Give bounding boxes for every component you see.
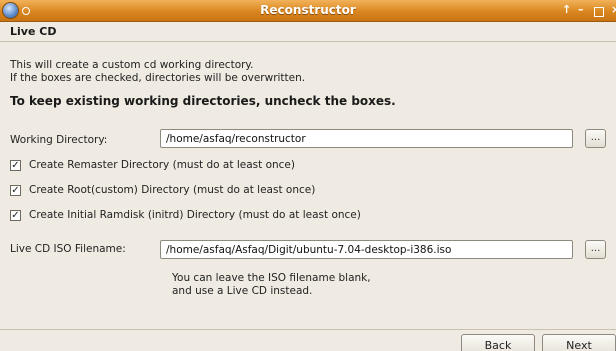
working-directory-input[interactable]: /home/asfaq/reconstructor [160, 129, 573, 148]
description-line-1: This will create a custom cd working dir… [10, 59, 254, 71]
description-line-2: If the boxes are checked, directories wi… [10, 72, 306, 84]
window-title: Reconstructor [260, 3, 356, 17]
initrd-directory-label[interactable]: Create Initial Ramdisk (initrd) Director… [29, 209, 361, 221]
roll-up-icon[interactable]: ↑ [562, 3, 571, 17]
iso-filename-browse-button[interactable]: ... [585, 240, 606, 259]
title-bar[interactable]: Reconstructor ↑ – × [0, 0, 616, 22]
next-button[interactable]: Next [542, 334, 616, 351]
iso-hint-line-2: and use a Live CD instead. [172, 285, 313, 297]
root-directory-checkbox[interactable]: ✓ [10, 185, 21, 196]
reconstructor-window: Reconstructor ↑ – × Live CD This will cr… [0, 0, 616, 351]
iso-filename-label: Live CD ISO Filename: [10, 243, 126, 255]
working-directory-label: Working Directory: [10, 134, 108, 146]
header-divider [0, 41, 616, 42]
iso-hint-line-1: You can leave the ISO filename blank, [172, 272, 371, 284]
working-directory-browse-button[interactable]: ... [585, 129, 606, 148]
page-title: Live CD [10, 25, 57, 38]
warning-text: To keep existing working directories, un… [10, 94, 396, 108]
iso-filename-input[interactable]: /home/asfaq/Asfaq/Digit/ubuntu-7.04-desk… [160, 240, 573, 259]
back-button[interactable]: Back [461, 334, 535, 351]
close-icon[interactable]: × [611, 3, 616, 17]
remaster-directory-checkbox[interactable]: ✓ [10, 160, 21, 171]
maximize-icon[interactable] [594, 7, 604, 17]
initrd-directory-checkbox[interactable]: ✓ [10, 210, 21, 221]
footer-divider [0, 329, 616, 330]
remaster-directory-label[interactable]: Create Remaster Directory (must do at le… [29, 159, 295, 171]
minimize-icon[interactable]: – [578, 3, 584, 17]
root-directory-label[interactable]: Create Root(custom) Directory (must do a… [29, 184, 315, 196]
